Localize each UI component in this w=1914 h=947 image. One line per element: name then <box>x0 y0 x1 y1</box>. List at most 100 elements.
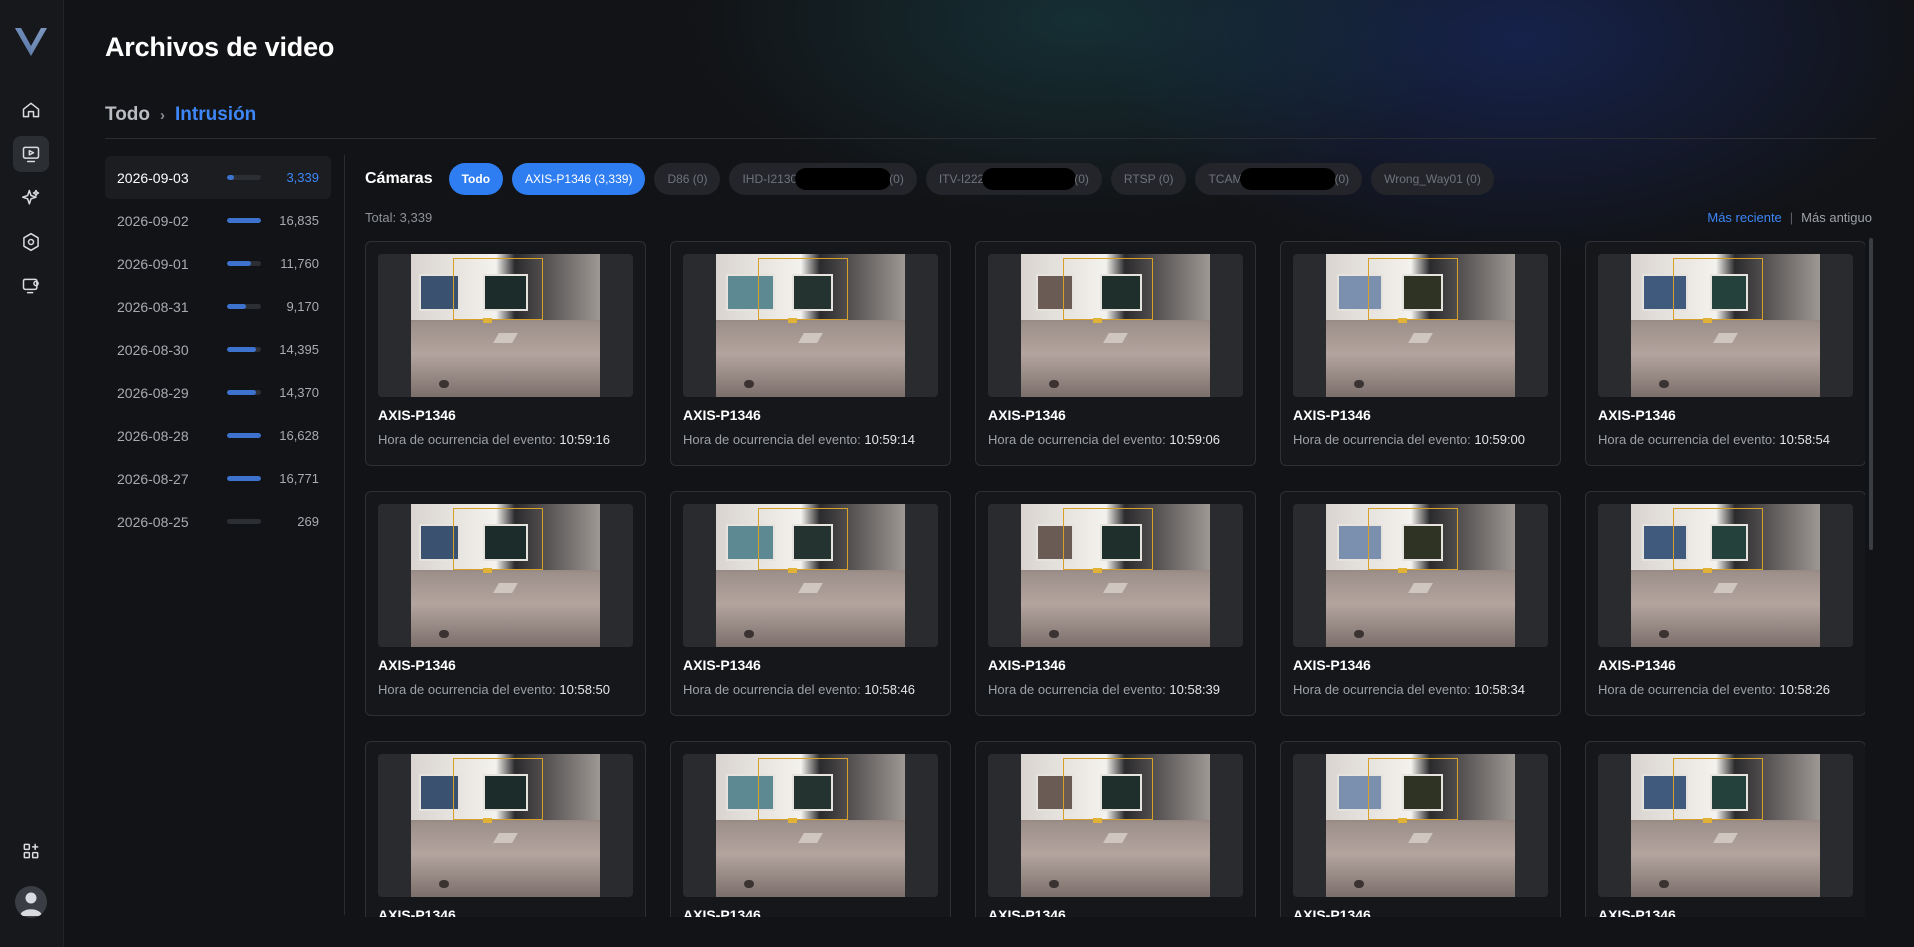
date-row[interactable]: 2026-09-02 16,835 <box>105 199 331 242</box>
event-thumbnail[interactable] <box>988 504 1243 647</box>
scene-floor-spot <box>1354 879 1364 889</box>
camera-chip[interactable]: RTSP (0) <box>1110 163 1187 195</box>
event-card[interactable]: AXIS-P1346 <box>365 741 646 917</box>
breadcrumb-current: Intrusión <box>175 104 257 125</box>
ai-button[interactable] <box>13 180 49 216</box>
scene-floor-spot <box>1659 629 1669 639</box>
event-thumbnail[interactable] <box>378 754 633 897</box>
event-card[interactable]: AXIS-P1346 Hora de ocurrencia del evento:… <box>365 241 646 466</box>
event-card[interactable]: AXIS-P1346 <box>670 741 951 917</box>
date-count: 14,395 <box>279 342 319 357</box>
event-card[interactable]: AXIS-P1346 Hora de ocurrencia del evento:… <box>670 241 951 466</box>
camera-frame <box>716 254 905 397</box>
date-volume-bar <box>227 347 261 352</box>
event-thumbnail[interactable] <box>988 754 1243 897</box>
camera-chip[interactable]: Todo <box>448 163 504 195</box>
scene-floor-mat <box>493 582 518 593</box>
date-row[interactable]: 2026-08-29 14,370 <box>105 371 331 414</box>
home-button[interactable] <box>13 92 49 128</box>
date-row[interactable]: 2026-09-01 11,760 <box>105 242 331 285</box>
camera-filter-bar: Cámaras Todo AXIS-P1346 (3,339) D86 (0) IHD… <box>365 163 1503 195</box>
event-card[interactable]: AXIS-P1346 Hora de ocurrencia del evento:… <box>670 491 951 716</box>
event-thumbnail[interactable] <box>1598 254 1853 397</box>
date-row[interactable]: 2026-08-31 9,170 <box>105 285 331 328</box>
scene-floor-spot <box>744 629 754 639</box>
sort-oldest-button[interactable]: Más antiguo <box>1801 210 1872 225</box>
camera-frame <box>1021 254 1210 397</box>
home-icon <box>22 102 40 118</box>
settings-button[interactable] <box>13 224 49 260</box>
chip-label: RTSP (0) <box>1123 172 1174 186</box>
detection-zone <box>1672 508 1764 570</box>
event-card[interactable]: AXIS-P1346 <box>1585 741 1865 917</box>
event-card[interactable]: AXIS-P1346 Hora de ocurrencia del evento:… <box>1585 491 1865 716</box>
detection-marker <box>1092 568 1103 573</box>
event-thumbnail[interactable] <box>988 254 1243 397</box>
camera-chip[interactable]: AXIS-P1346 (3,339) <box>512 163 646 195</box>
scene-floor-spot <box>744 879 754 889</box>
user-avatar-icon[interactable] <box>15 886 47 918</box>
scene-floor-spot <box>439 379 449 389</box>
card-event-time: Hora de ocurrencia del evento: 10:59:14 <box>683 432 938 447</box>
scene-floor-mat <box>798 582 823 593</box>
video-archive-button[interactable] <box>13 136 49 172</box>
date-row[interactable]: 2026-08-30 14,395 <box>105 328 331 371</box>
event-time-value: 10:59:06 <box>1169 432 1221 447</box>
event-card[interactable]: AXIS-P1346 <box>975 741 1256 917</box>
camera-chip[interactable]: IHD-I2130 (0) <box>729 163 917 195</box>
apps-add-icon <box>23 843 39 859</box>
detection-marker <box>1397 318 1408 323</box>
event-thumbnail[interactable] <box>1598 504 1853 647</box>
event-thumbnail[interactable] <box>1598 754 1853 897</box>
event-thumbnail[interactable] <box>1293 754 1548 897</box>
card-camera-name: AXIS-P1346 <box>683 657 761 673</box>
date-row[interactable]: 2026-08-28 16,628 <box>105 414 331 457</box>
event-thumbnail[interactable] <box>683 504 938 647</box>
card-camera-name: AXIS-P1346 <box>683 407 761 423</box>
video-grid-viewport[interactable]: AXIS-P1346 Hora de ocurrencia del evento:… <box>365 241 1865 917</box>
event-time-value: 10:59:16 <box>559 432 611 447</box>
event-thumbnail[interactable] <box>378 254 633 397</box>
event-card[interactable]: AXIS-P1346 Hora de ocurrencia del evento:… <box>365 491 646 716</box>
camera-chip[interactable]: TCAM (0) <box>1195 163 1363 195</box>
breadcrumb-root[interactable]: Todo <box>105 104 150 126</box>
card-event-time: Hora de ocurrencia del evento: 10:58:54 <box>1598 432 1853 447</box>
event-card[interactable]: AXIS-P1346 <box>1280 741 1561 917</box>
event-thumbnail[interactable] <box>378 504 633 647</box>
sort-newest-button[interactable]: Más reciente <box>1707 210 1781 225</box>
date-row[interactable]: 2026-08-25 269 <box>105 500 331 543</box>
card-camera-name: AXIS-P1346 <box>988 657 1066 673</box>
camera-chip[interactable]: ITV-I222 (0) <box>925 163 1102 195</box>
device-settings-button[interactable] <box>13 268 49 304</box>
grid-scrollbar[interactable] <box>1869 238 1873 550</box>
camera-chip[interactable]: Wrong_Way01 (0) <box>1371 163 1494 195</box>
date-volume-bar <box>227 519 261 524</box>
detection-zone <box>452 508 544 570</box>
event-card[interactable]: AXIS-P1346 Hora de ocurrencia del evento:… <box>975 491 1256 716</box>
event-card[interactable]: AXIS-P1346 Hora de ocurrencia del evento:… <box>1585 241 1865 466</box>
event-thumbnail[interactable] <box>683 754 938 897</box>
scene-floor-mat <box>1408 332 1433 343</box>
scene-floor-spot <box>1354 379 1364 389</box>
apps-button[interactable] <box>13 833 49 869</box>
card-camera-name: AXIS-P1346 <box>1293 657 1371 673</box>
date-row[interactable]: 2026-09-03 3,339 <box>105 156 331 199</box>
video-grid: AXIS-P1346 Hora de ocurrencia del evento:… <box>365 241 1865 917</box>
user-silhouette-icon <box>20 892 42 916</box>
v-logo-icon[interactable] <box>13 26 49 58</box>
chip-label: ITV-I222 <box>938 172 985 186</box>
detection-marker <box>1397 818 1408 823</box>
camera-frame <box>1631 504 1820 647</box>
event-time-value: 10:58:50 <box>559 682 611 697</box>
event-card[interactable]: AXIS-P1346 Hora de ocurrencia del evento:… <box>1280 491 1561 716</box>
detection-zone <box>1062 508 1154 570</box>
event-thumbnail[interactable] <box>683 254 938 397</box>
scene-floor-mat <box>1103 332 1128 343</box>
event-thumbnail[interactable] <box>1293 504 1548 647</box>
date-volume-fill <box>227 390 256 395</box>
event-card[interactable]: AXIS-P1346 Hora de ocurrencia del evento:… <box>1280 241 1561 466</box>
date-row[interactable]: 2026-08-27 16,771 <box>105 457 331 500</box>
event-thumbnail[interactable] <box>1293 254 1548 397</box>
event-card[interactable]: AXIS-P1346 Hora de ocurrencia del evento:… <box>975 241 1256 466</box>
camera-chip[interactable]: D86 (0) <box>654 163 721 195</box>
